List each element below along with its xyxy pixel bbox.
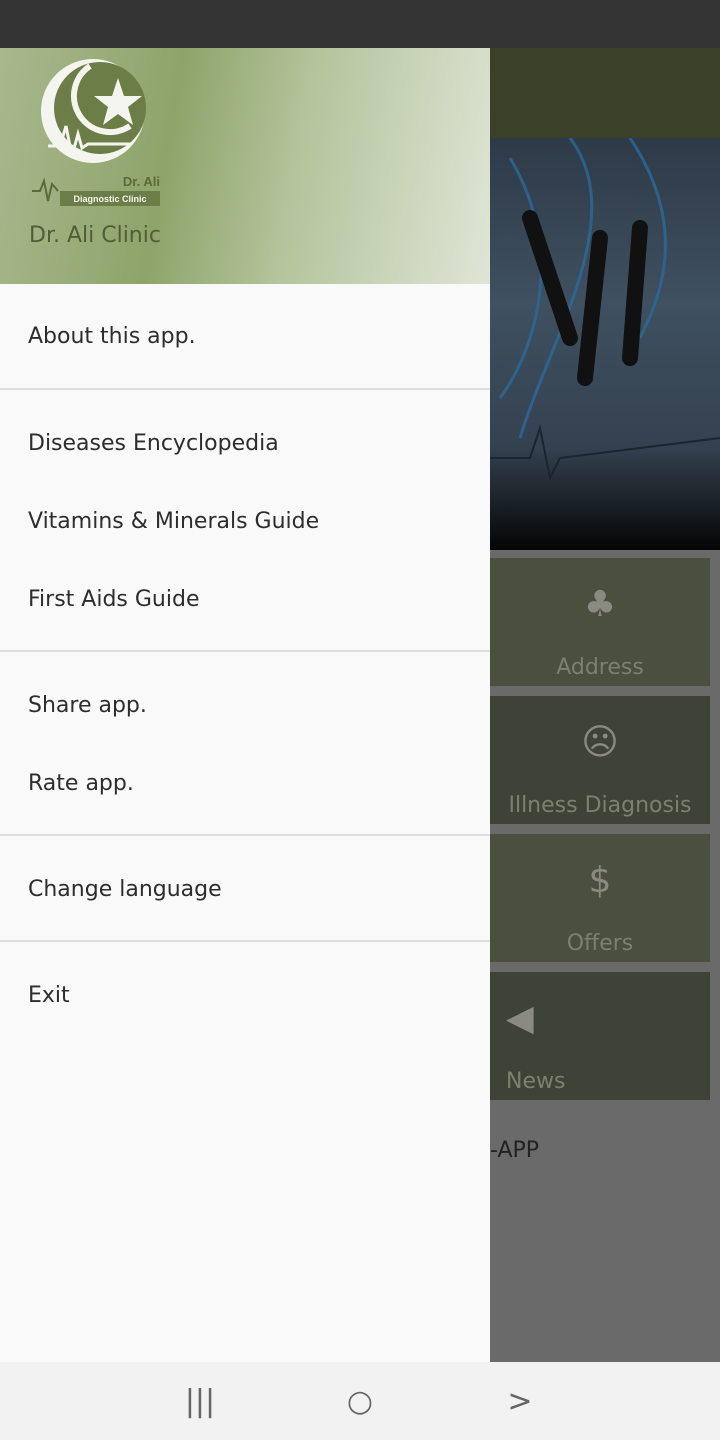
ecg-electrodes-image — [490, 138, 720, 482]
drawer-header: Dr. Ali Diagnostic Clinic Dr. Ali Clinic — [0, 48, 490, 284]
footer-text: -APP — [490, 1138, 540, 1163]
back-button[interactable]: > — [490, 1384, 550, 1419]
menu-first-aids-guide[interactable]: First Aids Guide — [0, 560, 490, 638]
menu-diseases-encyclopedia[interactable]: Diseases Encyclopedia — [0, 404, 490, 482]
tile-address[interactable]: ♣ Address — [490, 558, 710, 686]
menu-about[interactable]: About this app. — [0, 284, 490, 388]
menu-exit[interactable]: Exit — [0, 956, 490, 1034]
tile-offers[interactable]: $ Offers — [490, 834, 710, 962]
home-button[interactable]: ○ — [330, 1384, 390, 1419]
navigation-drawer: Dr. Ali Diagnostic Clinic Dr. Ali Clinic… — [0, 48, 490, 1362]
svg-text:Diagnostic Clinic: Diagnostic Clinic — [73, 194, 146, 204]
tile-illness-diagnosis[interactable]: ☹ Illness Diagnosis — [490, 696, 710, 824]
svg-text:Dr. Ali: Dr. Ali — [123, 174, 160, 189]
price-tag-icon: $ — [588, 860, 612, 901]
menu-vitamins-minerals-guide[interactable]: Vitamins & Minerals Guide — [0, 482, 490, 560]
tile-news[interactable]: ◀ News — [490, 972, 710, 1100]
menu-change-language[interactable]: Change language — [0, 850, 490, 928]
recent-apps-button[interactable]: ||| — [170, 1384, 230, 1419]
clinic-logo: Dr. Ali Diagnostic Clinic — [32, 59, 160, 206]
app-bar — [490, 48, 720, 138]
menu-rate-app[interactable]: Rate app. — [0, 744, 490, 822]
tree-icon: ♣ — [583, 584, 617, 625]
megaphone-icon: ◀ — [506, 998, 534, 1039]
menu-share-app[interactable]: Share app. — [0, 666, 490, 744]
hero-image — [490, 138, 720, 550]
clinic-name: Dr. Ali Clinic — [29, 223, 161, 248]
system-nav-bar: ||| ○ > — [0, 1362, 720, 1440]
status-bar — [0, 0, 720, 48]
sick-face-icon: ☹ — [581, 722, 619, 763]
